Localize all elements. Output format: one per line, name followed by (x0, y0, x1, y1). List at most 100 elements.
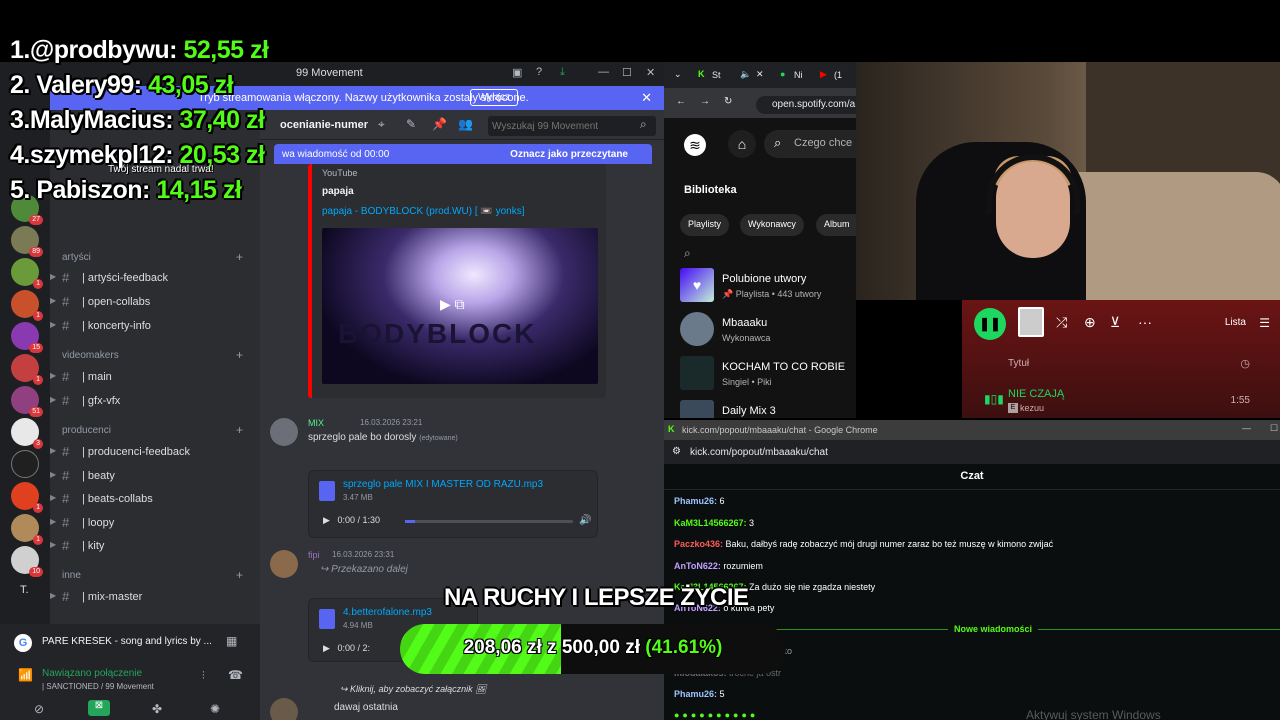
speaker-icon[interactable]: 🔈 (740, 69, 751, 80)
category-producenci[interactable]: producenci + (62, 423, 243, 437)
library-search-icon[interactable]: ⌕ (684, 246, 691, 261)
avatar[interactable] (270, 418, 298, 446)
minimize-icon[interactable]: — (598, 66, 609, 78)
pause-button[interactable]: ❚❚ (974, 308, 1006, 340)
chip-artists[interactable]: Wykonawcy (740, 214, 804, 236)
tab-youtube[interactable]: (1 (834, 70, 842, 80)
forward-icon[interactable]: → (700, 96, 710, 107)
camera-off-icon[interactable]: ⊘ (34, 702, 44, 716)
track-title[interactable]: NIE CZAJĄ (1008, 388, 1064, 400)
pin-icon[interactable]: 📌 (432, 117, 447, 131)
add-icon[interactable]: ⊕ (1084, 314, 1096, 331)
search-icon[interactable]: ⌕ (640, 117, 647, 132)
noise-suppression-icon[interactable]: ⫶ (202, 670, 205, 683)
channel-item[interactable]: ▶ # | producenci-feedback (50, 444, 260, 462)
server-icon[interactable]: 1 (11, 354, 43, 385)
avatar[interactable] (270, 698, 298, 720)
youtube-tab-icon[interactable]: ▶ (820, 69, 827, 80)
game-icon[interactable]: ▦ (226, 634, 237, 648)
video-thumbnail[interactable]: BODYBLOCK ▶ ⧉ (322, 228, 598, 384)
maximize-icon[interactable]: ☐ (622, 66, 632, 79)
tab-spotify[interactable]: Ni (794, 70, 803, 80)
more-icon[interactable]: ··· (1138, 314, 1152, 330)
close-banner-icon[interactable]: ✕ (641, 90, 652, 106)
server-icon[interactable]: 89 (11, 226, 43, 257)
chip-playlists[interactable]: Playlisty (680, 214, 730, 236)
avatar[interactable] (270, 550, 298, 578)
home-icon[interactable]: ⌂ (728, 130, 756, 158)
channel-item[interactable]: ▶ # | artyści-feedback (50, 270, 260, 288)
tab-stream[interactable]: St (712, 70, 721, 80)
channel-item[interactable]: ▶ # | open-collabs (50, 294, 260, 312)
channel-item[interactable]: ▶ # | beats-collabs (50, 491, 260, 509)
play-icon[interactable]: ▶ ⧉ (440, 296, 465, 313)
audio-player[interactable]: ▶ 0:00 / 1:30 (323, 515, 380, 526)
voice-status[interactable]: Nawiązano połączenie (42, 668, 142, 679)
kick-tab-icon[interactable]: K (698, 69, 705, 79)
download-icon[interactable]: ⤓ (560, 66, 565, 79)
audio-player[interactable]: ▶ 0:00 / 2: (323, 643, 370, 654)
channel-item[interactable]: ▶ # | mix-master (50, 589, 260, 607)
activities-icon[interactable]: ✤ (152, 702, 162, 716)
volume-icon[interactable]: 🔊 (579, 515, 591, 526)
tab-list-icon[interactable]: ⌄ (674, 69, 682, 80)
audio-progress[interactable] (405, 520, 573, 523)
disable-streamer-mode-button[interactable]: Wyłącz (470, 89, 519, 106)
server-initial-icon[interactable]: T. (20, 584, 29, 596)
category-artysci[interactable]: artyści + (62, 250, 243, 264)
embed-author[interactable]: papaja (322, 186, 354, 197)
server-icon[interactable]: 1 (11, 290, 43, 321)
embed-title[interactable]: papaja - BODYBLOCK (prod.WU) [ 📼 yonks] (322, 206, 525, 217)
disconnect-icon[interactable]: ☎ (228, 668, 243, 682)
server-icon[interactable] (11, 450, 39, 478)
column-title[interactable]: Tytuł (1008, 358, 1029, 369)
site-info-icon[interactable]: ⚙ (672, 446, 681, 457)
shuffle-icon[interactable]: ⤮ (1056, 314, 1067, 331)
list-view-label[interactable]: Lista (1225, 317, 1246, 328)
channel-item[interactable]: ▶ # | loopy (50, 515, 260, 533)
search-input[interactable] (488, 116, 656, 136)
now-playing-text[interactable]: PARE KRESEK - song and lyrics by ... (42, 636, 212, 647)
kick-address-bar[interactable]: ⚙ kick.com/popout/mbaaaku/chat (664, 440, 1280, 464)
server-icon[interactable]: 1 (11, 258, 43, 289)
tab-close-icon[interactable]: ✕ (756, 69, 764, 80)
list-icon[interactable]: ☰ (1259, 316, 1270, 330)
attachment-reply[interactable]: ↪ Kliknij, aby zobaczyć załącznik 🖼 (340, 684, 487, 695)
message-author[interactable]: fipi (308, 550, 320, 560)
track-artist[interactable]: kezuu (1020, 403, 1044, 413)
message-author[interactable]: MIX (308, 418, 324, 428)
server-icon[interactable]: 51 (11, 386, 43, 417)
address-bar[interactable]: open.spotify.com/a (756, 96, 856, 114)
channel-item[interactable]: ▶ # | gfx-vfx (50, 393, 260, 411)
library-item[interactable]: ♥ Polubione utwory 📌 Playlista • 443 utwo… (680, 268, 856, 304)
mark-as-read-button[interactable]: Oznacz jako przeczytane (510, 149, 628, 160)
attachment-name[interactable]: 4.betterofalone.mp3 (343, 607, 432, 618)
back-icon[interactable]: ← (676, 96, 686, 107)
channel-item[interactable]: ▶ # | koncerty-info (50, 318, 260, 336)
add-channel-icon[interactable]: + (236, 568, 243, 582)
members-icon[interactable]: 👥 (458, 117, 473, 131)
library-title[interactable]: Biblioteka (684, 184, 737, 196)
library-item[interactable]: Mbaaaku Wykonawca (680, 312, 856, 348)
server-icon[interactable]: 10 (11, 546, 43, 577)
channel-item[interactable]: ▶ # | beaty (50, 468, 260, 486)
server-icon[interactable]: 1 (11, 514, 43, 545)
server-icon[interactable]: 1 (11, 482, 43, 513)
add-channel-icon[interactable]: + (236, 250, 243, 264)
soundboard-icon[interactable]: ✺ (210, 702, 220, 716)
maximize-icon[interactable]: ☐ (1270, 423, 1278, 434)
reload-icon[interactable]: ↻ (724, 96, 732, 107)
screen-share-active-icon[interactable]: ⊠ (88, 700, 110, 716)
screen-share-icon[interactable]: ▣ (512, 66, 522, 79)
new-messages-bar[interactable]: wa wiadomość od 00:00 Oznacz jako przecz… (274, 144, 652, 164)
library-item[interactable]: Daily Mix 3 (680, 400, 856, 418)
add-channel-icon[interactable]: + (236, 348, 243, 362)
library-item[interactable]: KOCHAM TO CO ROBIE Singiel • Piki (680, 356, 856, 392)
category-inne[interactable]: inne + (62, 568, 243, 582)
spotify-logo-icon[interactable]: ≋ (684, 134, 706, 156)
chip-albums[interactable]: Album (816, 214, 858, 236)
server-icon[interactable]: 15 (11, 322, 43, 353)
help-icon[interactable]: ? (536, 66, 542, 78)
threads-icon[interactable]: ⌖ (378, 117, 385, 132)
category-videomakers[interactable]: videomakers + (62, 348, 243, 362)
